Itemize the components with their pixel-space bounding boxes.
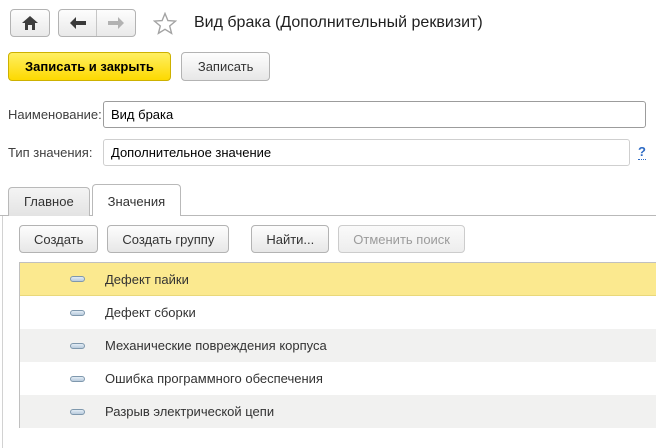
name-field-row: Наименование: (0, 99, 656, 129)
history-nav-group (58, 9, 136, 37)
create-group-button[interactable]: Создать группу (107, 225, 229, 253)
list-command-bar: Создать Создать группу Найти... Отменить… (3, 216, 656, 262)
create-button[interactable]: Создать (19, 225, 98, 253)
list-item[interactable]: Дефект сборки (20, 296, 656, 329)
page-title: Вид брака (Дополнительный реквизит) (194, 14, 483, 32)
save-button[interactable]: Записать (181, 52, 271, 81)
forward-button[interactable] (97, 10, 135, 36)
value-type-help-link[interactable]: ? (638, 144, 646, 160)
dash-item-icon (70, 409, 85, 415)
tab-strip: Главное Значения (0, 183, 656, 216)
back-arrow-icon (70, 17, 86, 29)
list-item[interactable]: Дефект пайки (20, 263, 656, 296)
back-button[interactable] (59, 10, 97, 36)
name-input[interactable] (103, 101, 646, 128)
home-button[interactable] (10, 9, 50, 37)
dash-item-icon (70, 276, 85, 282)
forward-arrow-icon (108, 17, 124, 29)
values-list: Дефект пайки Дефект сборки Механические … (19, 262, 656, 428)
dash-item-icon (70, 343, 85, 349)
save-and-close-button[interactable]: Записать и закрыть (8, 52, 171, 81)
type-field-label: Тип значения: (8, 145, 103, 160)
value-type-input[interactable] (103, 139, 630, 166)
list-item-label: Дефект пайки (105, 272, 189, 287)
name-field-label: Наименование: (8, 107, 103, 122)
dash-item-icon (70, 376, 85, 382)
list-item-label: Ошибка программного обеспечения (105, 371, 323, 386)
tab-main[interactable]: Главное (8, 187, 90, 216)
values-panel: Создать Создать группу Найти... Отменить… (2, 216, 656, 448)
list-item[interactable]: Разрыв электрической цепи (20, 395, 656, 428)
list-item[interactable]: Механические повреждения корпуса (20, 329, 656, 362)
tab-values[interactable]: Значения (92, 184, 181, 216)
list-item-label: Механические повреждения корпуса (105, 338, 327, 353)
list-item[interactable]: Ошибка программного обеспечения (20, 362, 656, 395)
cancel-search-button[interactable]: Отменить поиск (338, 225, 465, 253)
star-outline-icon (153, 12, 177, 35)
type-field-row: Тип значения: ? (0, 137, 656, 167)
list-item-label: Дефект сборки (105, 305, 196, 320)
find-button[interactable]: Найти... (251, 225, 329, 253)
dash-item-icon (70, 310, 85, 316)
top-navigation-bar: Вид брака (Дополнительный реквизит) (0, 0, 656, 44)
favorite-star-button[interactable] (152, 12, 178, 35)
form-command-bar: Записать и закрыть Записать (0, 44, 656, 91)
home-icon (22, 16, 38, 30)
list-item-label: Разрыв электрической цепи (105, 404, 274, 419)
